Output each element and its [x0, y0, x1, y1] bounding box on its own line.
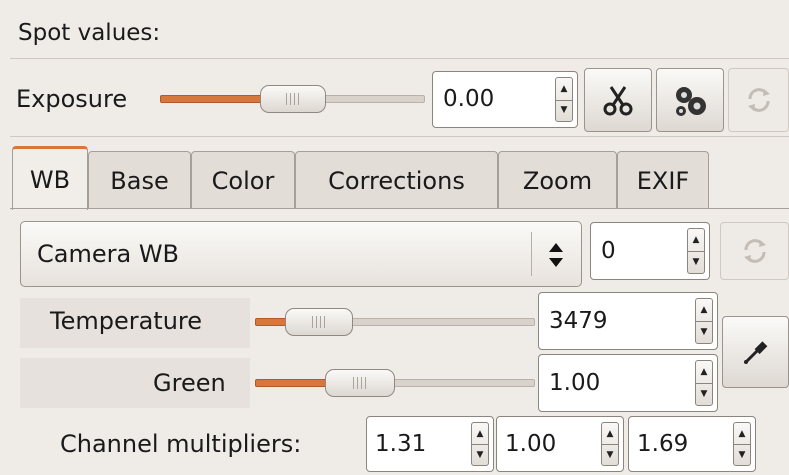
- wb-preset-stepper[interactable]: ▲ ▼: [687, 228, 705, 274]
- decrement-arrow-icon[interactable]: ▼: [556, 100, 572, 122]
- decrement-arrow-icon[interactable]: ▼: [472, 444, 488, 465]
- green-slider[interactable]: [255, 366, 535, 400]
- increment-arrow-icon[interactable]: ▲: [556, 78, 572, 101]
- slider-fill: [255, 379, 335, 387]
- increment-arrow-icon[interactable]: ▲: [472, 423, 488, 445]
- exposure-slider[interactable]: [160, 82, 425, 116]
- multiplier-red-stepper[interactable]: ▲ ▼: [471, 422, 489, 466]
- wb-reset-button[interactable]: [720, 222, 789, 280]
- decrement-arrow-icon[interactable]: ▼: [688, 251, 704, 273]
- temperature-value: 3479: [549, 308, 608, 334]
- spot-wb-button[interactable]: [722, 316, 789, 388]
- multiplier-blue-spinbox[interactable]: 1.69 ▲ ▼: [628, 416, 756, 472]
- green-spinbox[interactable]: 1.00 ▲ ▼: [538, 354, 718, 412]
- multiplier-green-spinbox[interactable]: 1.00 ▲ ▼: [496, 416, 624, 472]
- decrement-arrow-icon[interactable]: ▼: [696, 321, 712, 343]
- exposure-label: Exposure: [16, 85, 128, 113]
- green-stepper[interactable]: ▲ ▼: [695, 360, 713, 406]
- multiplier-red-value: 1.31: [375, 431, 427, 457]
- refresh-icon: [743, 239, 766, 263]
- temperature-label: Temperature: [50, 307, 203, 335]
- decrement-arrow-icon[interactable]: ▼: [734, 444, 750, 465]
- wb-preset-spinbox[interactable]: 0 ▲ ▼: [590, 222, 710, 280]
- temperature-slider[interactable]: [255, 305, 535, 339]
- green-value: 1.00: [549, 370, 601, 396]
- slider-thumb[interactable]: [325, 369, 395, 397]
- exposure-value: 0.00: [443, 86, 495, 112]
- slider-thumb[interactable]: [260, 85, 326, 113]
- temperature-stepper[interactable]: ▲ ▼: [695, 298, 713, 344]
- multiplier-blue-value: 1.69: [637, 431, 689, 457]
- tab-base[interactable]: Base: [88, 151, 191, 209]
- increment-arrow-icon[interactable]: ▲: [688, 229, 704, 252]
- decrement-arrow-icon[interactable]: ▼: [602, 444, 618, 465]
- tab-corrections[interactable]: Corrections: [295, 151, 498, 209]
- settings-button[interactable]: [656, 68, 724, 132]
- increment-arrow-icon[interactable]: ▲: [734, 423, 750, 445]
- updown-arrows-icon: [549, 243, 563, 267]
- multiplier-green-value: 1.00: [505, 431, 557, 457]
- divider: [10, 136, 789, 137]
- increment-arrow-icon[interactable]: ▲: [696, 361, 712, 384]
- tab-exif[interactable]: EXIF: [617, 151, 709, 209]
- multiplier-red-spinbox[interactable]: 1.31 ▲ ▼: [366, 416, 494, 472]
- cut-button[interactable]: [584, 68, 652, 132]
- channel-multipliers-label: Channel multipliers:: [60, 430, 302, 458]
- divider: [10, 58, 789, 59]
- gears-icon: [676, 87, 706, 116]
- tab-wb[interactable]: WB: [12, 146, 88, 210]
- increment-arrow-icon[interactable]: ▲: [602, 423, 618, 445]
- multiplier-green-stepper[interactable]: ▲ ▼: [601, 422, 619, 466]
- green-label: Green: [153, 369, 226, 397]
- wb-preset-value: Camera WB: [37, 240, 180, 268]
- increment-arrow-icon[interactable]: ▲: [696, 299, 712, 322]
- tab-zoom[interactable]: Zoom: [498, 151, 617, 209]
- eyedropper-icon: [743, 341, 767, 364]
- multiplier-blue-stepper[interactable]: ▲ ▼: [733, 422, 751, 466]
- wb-preset-select[interactable]: Camera WB: [20, 221, 582, 287]
- spot-values-label: Spot values:: [18, 20, 161, 46]
- exposure-spinbox[interactable]: 0.00 ▲ ▼: [432, 71, 578, 128]
- slider-thumb[interactable]: [285, 308, 353, 336]
- refresh-icon: [747, 88, 770, 112]
- decrement-arrow-icon[interactable]: ▼: [696, 383, 712, 405]
- reset-button[interactable]: [728, 68, 789, 132]
- exposure-stepper[interactable]: ▲ ▼: [555, 77, 573, 122]
- scissors-icon: [603, 86, 633, 116]
- tab-color[interactable]: Color: [191, 151, 295, 209]
- slider-fill: [160, 95, 270, 103]
- temperature-spinbox[interactable]: 3479 ▲ ▼: [538, 292, 718, 350]
- wb-preset-spin-value: 0: [601, 238, 616, 264]
